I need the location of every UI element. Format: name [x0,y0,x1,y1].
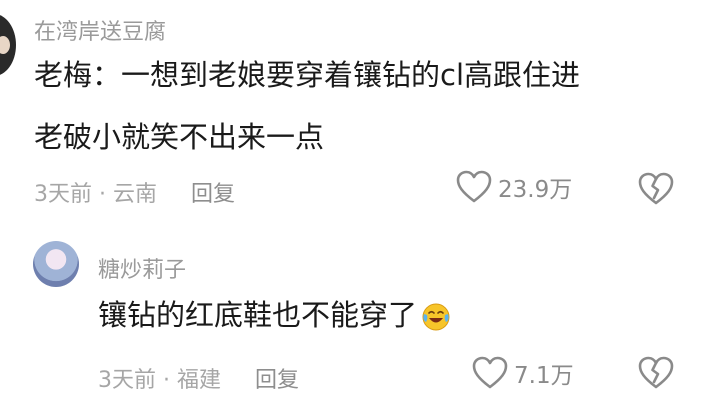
reply-meta: 3天前 · 福建 回复 [98,362,299,394]
heart-icon [472,356,508,389]
reply-like-count: 7.1万 [514,363,574,389]
comment-time-location: 3天前 · 云南 [34,182,157,207]
reply-time-location: 3天前 · 福建 [98,368,221,393]
like-count: 23.9万 [498,177,573,203]
reply-button[interactable]: 回复 [191,176,235,208]
reply-text: 镶钻的红底鞋也不能穿了 [98,288,451,342]
comment-username[interactable]: 在湾岸送豆腐 [34,14,166,46]
comment-meta: 3天前 · 云南 回复 [34,176,235,208]
reply-text-content: 镶钻的红底鞋也不能穿了 [98,298,418,332]
reply-username[interactable]: 糖炒莉子 [98,252,186,284]
broken-heart-icon [638,172,674,205]
like-button[interactable]: 23.9万 [456,170,572,204]
comment-text-line1: 老梅：一想到老娘要穿着镶钻的cl高跟住进 [34,58,581,92]
reply-dislike-button[interactable] [638,356,674,394]
comment-text-line2: 老破小就笑不出来一点 [34,120,325,154]
reply-like-button[interactable]: 7.1万 [472,356,574,390]
crying-laughing-emoji-icon [422,303,450,331]
avatar[interactable] [0,14,16,76]
broken-heart-icon [638,356,674,389]
dislike-button[interactable] [638,172,674,210]
reply-avatar[interactable] [33,241,79,287]
reply-reply-button[interactable]: 回复 [255,362,299,394]
heart-icon [456,170,492,203]
